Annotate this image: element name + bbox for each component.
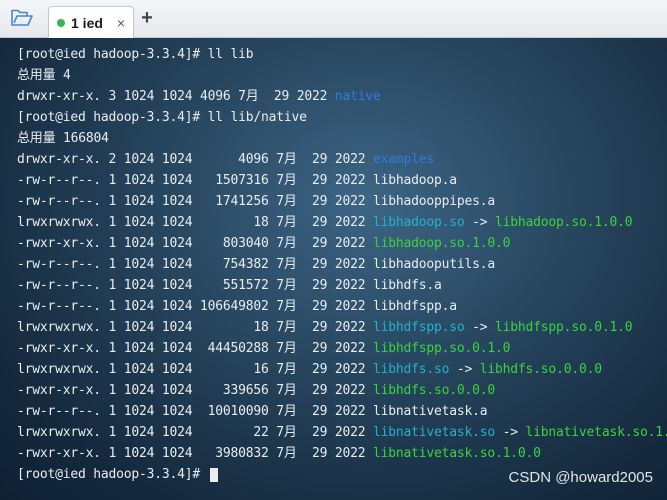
terminal-cursor <box>209 467 218 482</box>
file-name-link: libhdfs.so <box>373 362 450 377</box>
file-name-link: libhadoop.so <box>373 215 465 230</box>
terminal-line: -rw-r--r--. 1 1024 1024 1507316 7月 29 20… <box>17 170 667 191</box>
tab-bar: 1 ied × + <box>0 0 667 38</box>
file-name-dir: examples <box>373 152 435 167</box>
terminal-text: -rw-r--r--. 1 1024 1024 551572 7月 29 202… <box>17 278 442 293</box>
terminal-line: [root@ied hadoop-3.3.4]# ll lib/native <box>17 107 667 128</box>
terminal-line: -rwxr-xr-x. 1 1024 1024 44450288 7月 29 2… <box>17 338 667 359</box>
file-name-exe: libnativetask.so.1.0.0 <box>373 446 541 461</box>
terminal-text: -rw-r--r--. 1 1024 1024 10010090 7月 29 2… <box>17 404 488 419</box>
connected-status-icon <box>57 18 65 27</box>
terminal-line: -rw-r--r--. 1 1024 1024 754382 7月 29 202… <box>17 254 667 275</box>
terminal-output[interactable]: [root@ied hadoop-3.3.4]# ll lib 总用量 4 drwx… <box>0 38 667 500</box>
tab-session[interactable]: 1 ied × <box>48 6 134 38</box>
terminal-text: -> <box>495 425 526 440</box>
folder-open-icon[interactable] <box>0 0 44 37</box>
terminal-line: -rw-r--r--. 1 1024 1024 10010090 7月 29 2… <box>17 401 667 422</box>
terminal-text: drwxr-xr-x. 2 1024 1024 4096 7月 29 2022 <box>17 152 373 167</box>
terminal-line: drwxr-xr-x. 3 1024 1024 4096 7月 29 2022 … <box>17 86 667 107</box>
terminal-line: 总用量 166804 <box>17 128 667 149</box>
terminal-line: [root@ied hadoop-3.3.4]# ll lib <box>17 44 667 65</box>
terminal-text: [root@ied hadoop-3.3.4]# <box>17 467 208 482</box>
file-name-exe: libhadoop.so.1.0.0 <box>373 236 511 251</box>
terminal-line: -rw-r--r--. 1 1024 1024 106649802 7月 29 … <box>17 296 667 317</box>
terminal-line: 总用量 4 <box>17 65 667 86</box>
terminal-text: lrwxrwxrwx. 1 1024 1024 18 7月 29 2022 <box>17 215 373 230</box>
file-name-link: libnativetask.so <box>373 425 496 440</box>
terminal-text: lrwxrwxrwx. 1 1024 1024 18 7月 29 2022 <box>17 320 373 335</box>
terminal-line: lrwxrwxrwx. 1 1024 1024 18 7月 29 2022 li… <box>17 317 667 338</box>
terminal-text: 总用量 166804 <box>17 131 109 146</box>
tab-title: 1 ied <box>71 14 103 31</box>
terminal-text: lrwxrwxrwx. 1 1024 1024 22 7月 29 2022 <box>17 425 373 440</box>
terminal-line: -rw-r--r--. 1 1024 1024 551572 7月 29 202… <box>17 275 667 296</box>
terminal-line: lrwxrwxrwx. 1 1024 1024 16 7月 29 2022 li… <box>17 359 667 380</box>
terminal-text: [root@ied hadoop-3.3.4]# ll lib/native <box>17 110 307 125</box>
file-name-dir: native <box>334 89 381 104</box>
new-tab-button[interactable]: + <box>134 0 160 37</box>
file-name-link: libhdfspp.so <box>373 320 465 335</box>
terminal-text: -> <box>464 215 496 230</box>
terminal-text: -> <box>449 362 480 377</box>
terminal-line: -rwxr-xr-x. 1 1024 1024 339656 7月 29 202… <box>17 380 667 401</box>
terminal-text: -rwxr-xr-x. 1 1024 1024 3980832 7月 29 20… <box>17 446 373 461</box>
terminal-line: lrwxrwxrwx. 1 1024 1024 18 7月 29 2022 li… <box>17 212 667 233</box>
watermark: CSDN @howard2005 <box>508 469 653 486</box>
terminal-text: drwxr-xr-x. 3 1024 1024 4096 7月 29 2022 <box>17 89 335 104</box>
terminal-line: lrwxrwxrwx. 1 1024 1024 22 7月 29 2022 li… <box>17 422 667 443</box>
file-name-exe: libhdfspp.so.0.1.0 <box>495 320 633 335</box>
terminal-line: -rw-r--r--. 1 1024 1024 1741256 7月 29 20… <box>17 191 667 212</box>
file-name-exe: libhdfs.so.0.0.0 <box>373 383 496 398</box>
terminal-text: -rw-r--r--. 1 1024 1024 1741256 7月 29 20… <box>17 194 496 209</box>
file-name-exe: libhdfs.so.0.0.0 <box>479 362 602 377</box>
terminal-text: -rwxr-xr-x. 1 1024 1024 339656 7月 29 202… <box>17 383 373 398</box>
terminal-line: drwxr-xr-x. 2 1024 1024 4096 7月 29 2022 … <box>17 149 667 170</box>
terminal-text: -rw-r--r--. 1 1024 1024 106649802 7月 29 … <box>17 299 457 314</box>
terminal-text: -rw-r--r--. 1 1024 1024 754382 7月 29 202… <box>17 257 496 272</box>
terminal-line: -rwxr-xr-x. 1 1024 1024 3980832 7月 29 20… <box>17 443 667 464</box>
terminal-text: -rwxr-xr-x. 1 1024 1024 803040 7月 29 202… <box>17 236 373 251</box>
terminal-text: 总用量 4 <box>17 68 71 83</box>
terminal-text: [root@ied hadoop-3.3.4]# ll lib <box>17 47 254 62</box>
file-name-exe: libnativetask.so.1.0.0 <box>525 425 667 440</box>
terminal-text: -> <box>464 320 496 335</box>
terminal-text: -rw-r--r--. 1 1024 1024 1507316 7月 29 20… <box>17 173 457 188</box>
terminal-text: lrwxrwxrwx. 1 1024 1024 16 7月 29 2022 <box>17 362 373 377</box>
file-name-exe: libhadoop.so.1.0.0 <box>495 215 633 230</box>
close-tab-icon[interactable]: × <box>117 15 125 31</box>
terminal-line: -rwxr-xr-x. 1 1024 1024 803040 7月 29 202… <box>17 233 667 254</box>
file-name-exe: libhdfspp.so.0.1.0 <box>373 341 511 356</box>
terminal-text: -rwxr-xr-x. 1 1024 1024 44450288 7月 29 2… <box>17 341 373 356</box>
